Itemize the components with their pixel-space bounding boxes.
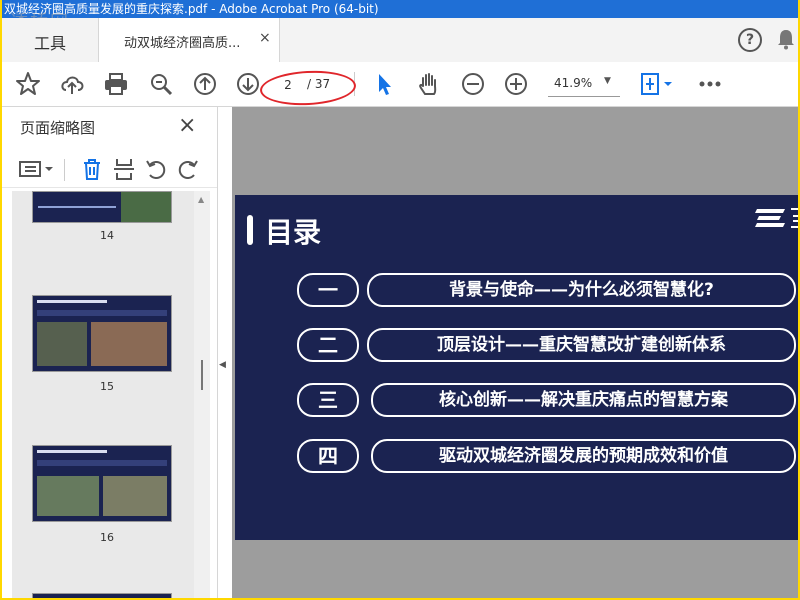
document-view[interactable]: 目录 一 背景与使命——为什么必须智慧化? 二 顶层设计——重庆智慧改扩建创新体… [232, 107, 798, 598]
tab-document[interactable]: 动双城经济圈高质... × [98, 18, 280, 63]
acrobat-window: 双城经济圈高质量发展的重庆探索.pdf - Adobe Acrobat Pro … [2, 0, 798, 598]
zoom-level-select[interactable]: 41.9% ▼ [548, 72, 620, 97]
rotate-ccw-icon[interactable] [144, 157, 168, 181]
upload-icon[interactable] [58, 70, 86, 98]
slide-title: 目录 [265, 216, 322, 249]
thumbnail-number: 16 [100, 531, 114, 544]
trash-icon[interactable] [80, 157, 104, 181]
help-icon[interactable]: ? [738, 28, 762, 52]
thumbnail-number: 15 [100, 380, 114, 393]
thumbnail-list: 14 15 16 [12, 191, 202, 598]
print-icon[interactable] [102, 70, 130, 98]
section-item-4: 驱动双城经济圈发展的预期成效和价值 [371, 439, 796, 473]
tab-document-label: 动双城经济圈高质... [124, 36, 241, 51]
section-item-3: 核心创新——解决重庆痛点的智慧方案 [371, 383, 796, 417]
section-item-1: 背景与使命——为什么必须智慧化? [367, 273, 796, 307]
thumbnail-scrollbar[interactable]: ▲ [194, 191, 210, 598]
zoom-level-value: 41.9% [554, 76, 593, 90]
select-arrow-icon[interactable] [370, 70, 398, 98]
scroll-up-icon[interactable]: ▲ [198, 195, 204, 204]
rotate-cw-icon[interactable] [176, 157, 200, 181]
panel-resize-handle[interactable] [201, 360, 203, 390]
tab-tools[interactable]: 工具 [2, 18, 97, 62]
close-panel-icon[interactable]: × [178, 113, 196, 138]
panel-divider [64, 159, 65, 181]
chevron-down-icon: ▼ [604, 76, 611, 86]
main-toolbar: 2 / 37 41.9% ▼ [2, 62, 798, 107]
hand-icon[interactable] [415, 70, 443, 98]
page-thumbnail-14[interactable] [32, 191, 172, 223]
page-thumbnail-16[interactable] [32, 445, 172, 522]
zoom-search-icon[interactable] [147, 70, 175, 98]
section-number-4: 四 [297, 439, 359, 473]
section-item-2: 顶层设计——重庆智慧改扩建创新体系 [367, 328, 796, 362]
panel-toolbar [2, 151, 217, 188]
company-logo [755, 208, 798, 228]
tab-tools-label: 工具 [34, 34, 67, 53]
zoom-out-icon[interactable] [459, 70, 487, 98]
thumbnail-options-icon[interactable] [18, 159, 56, 179]
next-page-icon[interactable] [234, 70, 262, 98]
thumbnail-number: 14 [100, 229, 114, 242]
prev-page-icon[interactable] [191, 70, 219, 98]
close-tab-icon[interactable]: × [259, 30, 271, 46]
collapse-panel-icon[interactable]: ◀ [219, 360, 226, 370]
page-thumbnail-17[interactable] [32, 593, 172, 598]
star-icon[interactable] [14, 70, 42, 98]
slide-page: 目录 一 背景与使命——为什么必须智慧化? 二 顶层设计——重庆智慧改扩建创新体… [235, 195, 798, 540]
title-accent-bar [247, 215, 253, 245]
panel-title: 页面缩略图 [20, 119, 96, 137]
section-number-2: 二 [297, 328, 359, 362]
more-icon[interactable] [696, 70, 724, 98]
section-number-3: 三 [297, 383, 359, 417]
extract-page-icon[interactable] [112, 157, 136, 181]
fit-page-icon[interactable] [638, 70, 674, 98]
tab-bar: 工具 动双城经济圈高质... × ? [2, 18, 798, 63]
page-thumbnail-15[interactable] [32, 295, 172, 372]
title-bar: 双城经济圈高质量发展的重庆探索.pdf - Adobe Acrobat Pro … [2, 0, 798, 18]
section-number-1: 一 [297, 273, 359, 307]
zoom-in-icon[interactable] [502, 70, 530, 98]
bell-icon[interactable] [776, 28, 796, 50]
